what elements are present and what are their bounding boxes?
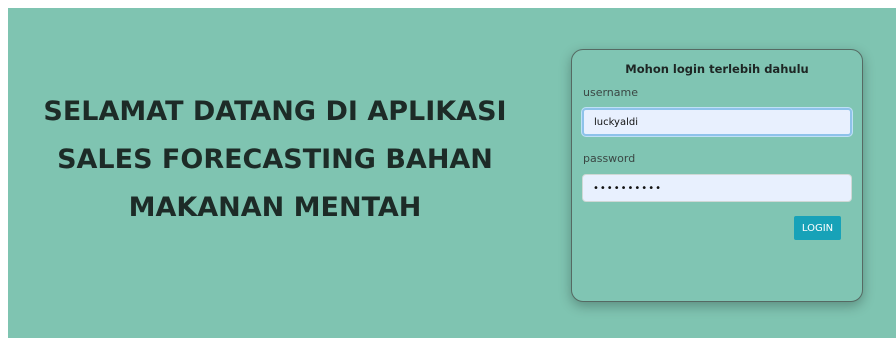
welcome-heading: SELAMAT DATANG DI APLIKASI SALES FORECAS… xyxy=(16,88,534,232)
login-page: SELAMAT DATANG DI APLIKASI SALES FORECAS… xyxy=(8,8,896,338)
login-button[interactable]: LOGIN xyxy=(794,216,841,240)
login-card-title: Mohon login terlebih dahulu xyxy=(625,62,809,76)
login-card: Mohon login terlebih dahulu username pas… xyxy=(571,49,863,302)
welcome-line-2: SALES FORECASTING BAHAN xyxy=(57,144,493,175)
username-input[interactable] xyxy=(582,108,852,136)
username-label: username xyxy=(583,86,638,99)
password-input[interactable] xyxy=(582,174,852,202)
welcome-line-1: SELAMAT DATANG DI APLIKASI xyxy=(43,96,507,127)
password-label: password xyxy=(583,152,636,165)
welcome-line-3: MAKANAN MENTAH xyxy=(128,192,422,223)
